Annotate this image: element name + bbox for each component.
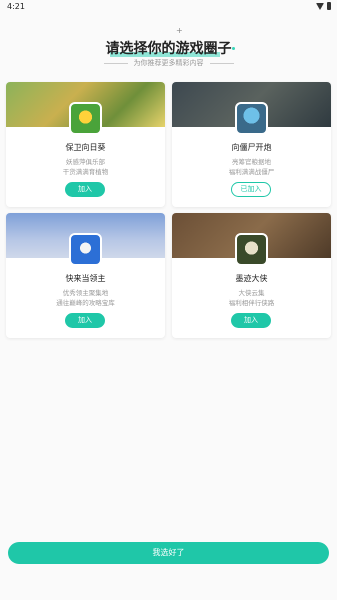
game-icon — [69, 102, 102, 135]
game-icon — [235, 102, 268, 135]
divider-left — [103, 62, 128, 64]
card-desc-line: 优秀领主聚集地 — [62, 289, 109, 297]
card-title: 保卫向日葵 — [65, 143, 106, 152]
game-icon — [69, 233, 102, 266]
card-description: 妖感萍俱乐部 干货满满育植物 — [6, 157, 165, 177]
card-description: 亮筹官粮据地 福利满满战僵尸 — [172, 157, 331, 177]
card-description: 优秀领主聚集地 通往巅峰的攻略宝库 — [6, 288, 165, 308]
card-title: 墨迹大侠 — [235, 274, 268, 283]
circle-card[interactable]: 保卫向日葵 妖感萍俱乐部 干货满满育植物 加入 — [6, 82, 165, 207]
joined-button[interactable]: 已加入 — [231, 182, 271, 197]
join-button[interactable]: 加入 — [65, 182, 105, 197]
card-desc-line: 干货满满育植物 — [62, 168, 109, 176]
card-title: 向僵尸开炮 — [231, 143, 272, 152]
card-desc-line: 大侠云集 — [238, 289, 265, 297]
wifi-icon — [316, 2, 324, 10]
card-desc-line: 通往巅峰的攻略宝库 — [56, 299, 115, 307]
battery-icon — [327, 2, 331, 10]
circle-card[interactable]: 墨迹大侠 大侠云集 福利相伴行侠路 加入 — [172, 213, 331, 338]
card-title: 快来当领主 — [65, 274, 106, 283]
card-desc-line: 妖感萍俱乐部 — [66, 158, 105, 166]
header: + 请选择你的游戏圈子 为你推荐更多精彩内容 — [0, 26, 337, 67]
divider-right — [209, 62, 234, 64]
card-description: 大侠云集 福利相伴行侠路 — [172, 288, 331, 308]
status-icons — [316, 2, 331, 10]
join-button[interactable]: 加入 — [231, 313, 271, 328]
card-desc-line: 福利满满战僵尸 — [228, 168, 275, 176]
join-button[interactable]: 加入 — [65, 313, 105, 328]
page-title-text: 请选择你的游戏圈子 — [105, 41, 232, 57]
card-desc-line: 亮筹官粮据地 — [232, 158, 271, 166]
circle-card[interactable]: 向僵尸开炮 亮筹官粮据地 福利满满战僵尸 已加入 — [172, 82, 331, 207]
page-title: 请选择你的游戏圈子 — [106, 38, 232, 58]
game-icon — [235, 233, 268, 266]
decor-plus-icon: + — [176, 26, 183, 35]
circle-card[interactable]: 快来当领主 优秀领主聚集地 通往巅峰的攻略宝库 加入 — [6, 213, 165, 338]
confirm-button[interactable]: 我选好了 — [8, 542, 329, 564]
status-time: 4:21 — [7, 2, 25, 11]
card-desc-line: 福利相伴行侠路 — [228, 299, 275, 307]
page-subtitle: 为你推荐更多精彩内容 — [0, 58, 337, 68]
decor-dot-icon — [232, 47, 235, 50]
page-subtitle-text: 为你推荐更多精彩内容 — [133, 59, 204, 67]
status-bar: 4:21 — [0, 0, 337, 14]
